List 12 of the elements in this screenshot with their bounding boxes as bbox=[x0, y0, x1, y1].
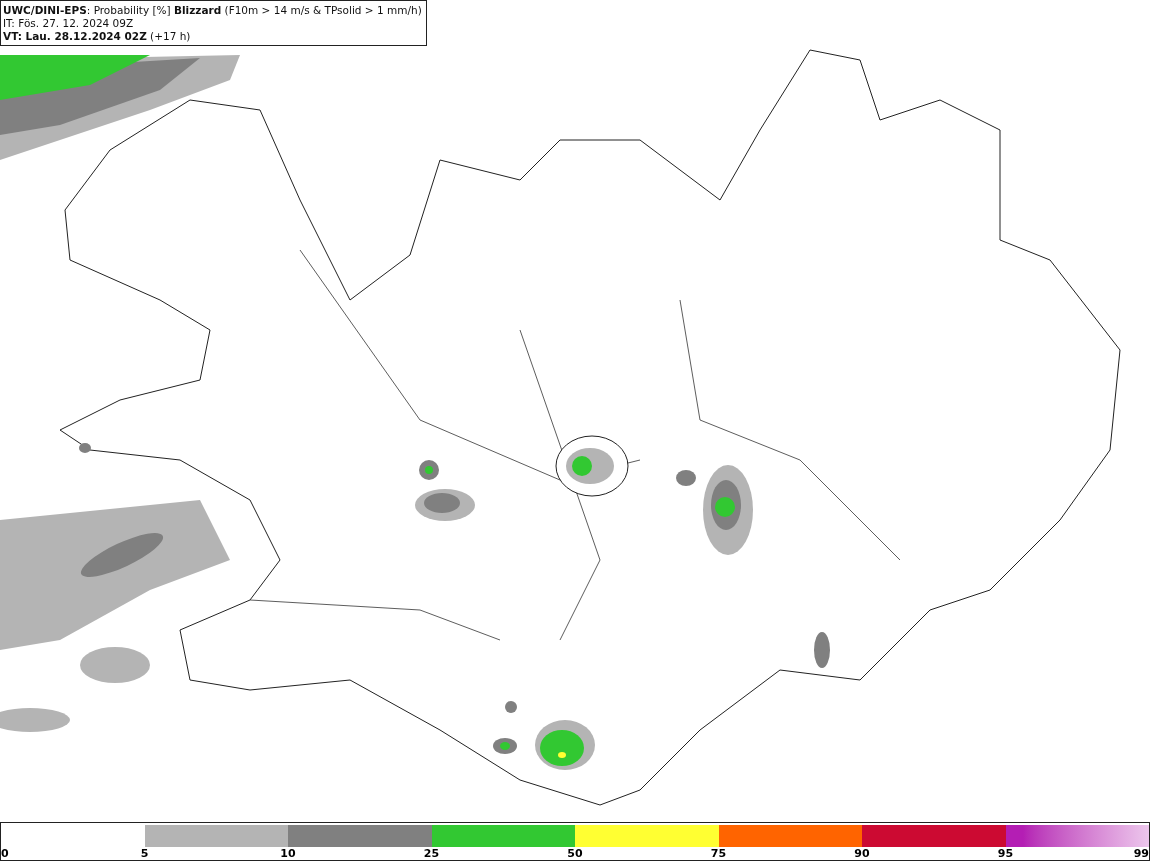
header-line: IT: Fös. 27. 12. 2024 09Z bbox=[3, 17, 135, 30]
scale-label: 75 bbox=[710, 847, 727, 861]
header-line: UWC/DINI-EPS: Probability [%] Blizzard (F10m > 14 m/s & TPsolid > 1 mm/h) bbox=[3, 4, 422, 17]
scale-label: 90 bbox=[854, 847, 870, 861]
scale-label: 50 bbox=[567, 847, 583, 861]
scale-label: 5 bbox=[140, 847, 149, 861]
scale-label: 0 bbox=[1, 847, 9, 861]
scale-label: 25 bbox=[423, 847, 440, 861]
scale-label: 95 bbox=[997, 847, 1014, 861]
scale-label: 99 bbox=[1133, 847, 1149, 861]
scale-label: 10 bbox=[280, 847, 296, 861]
header-line: VT: Lau. 28.12.2024 02Z (+17 h) bbox=[3, 30, 192, 43]
